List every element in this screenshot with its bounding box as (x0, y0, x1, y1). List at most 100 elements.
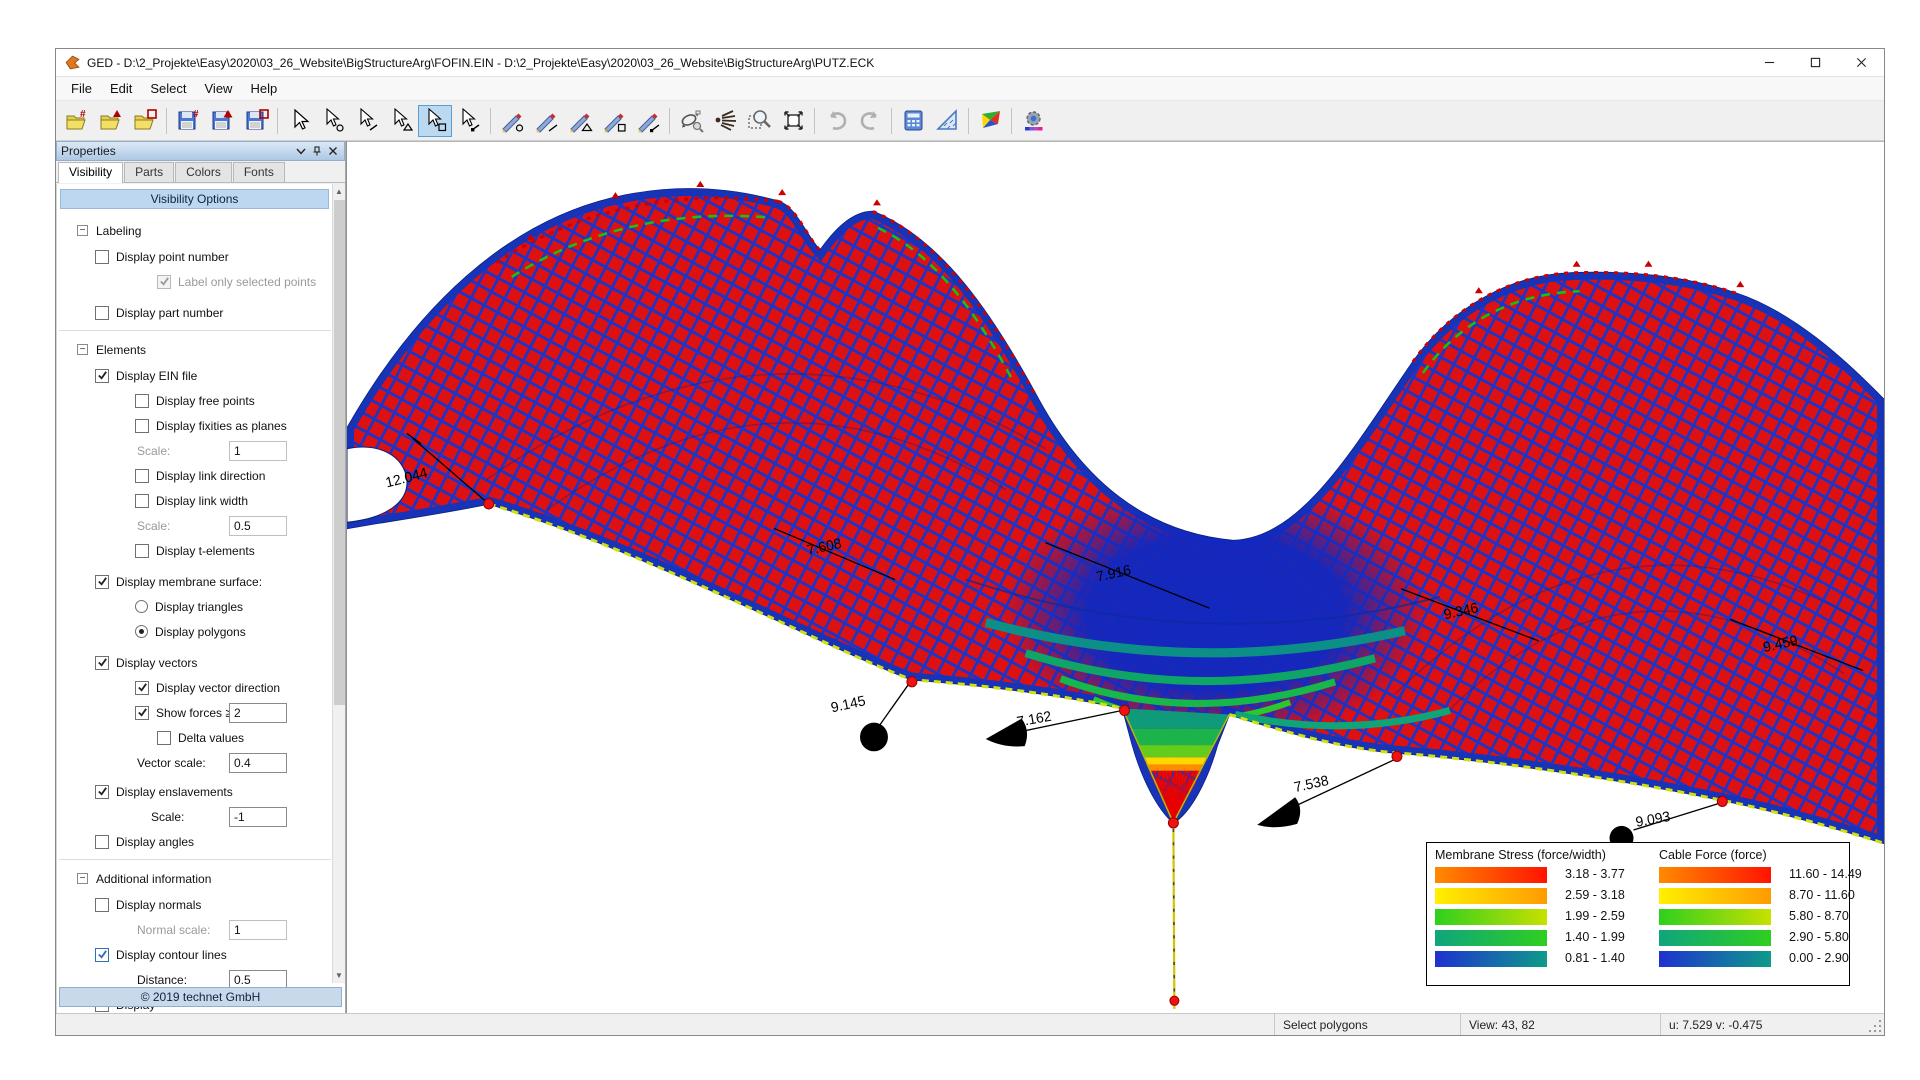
panel-close-icon[interactable] (326, 144, 340, 158)
checkbox[interactable] (95, 898, 109, 912)
checkbox[interactable] (95, 948, 109, 962)
select-polygons-button[interactable] (418, 105, 452, 137)
legend-range: 2.59 - 3.18 (1555, 888, 1651, 904)
field-vector-scale: Vector scale: (57, 750, 345, 775)
undo-button[interactable] (819, 105, 853, 137)
tab-colors[interactable]: Colors (175, 162, 232, 182)
field-enslavements-scale: Scale: (57, 804, 345, 829)
save-file-points-button[interactable] (205, 105, 239, 137)
legend-range: 11.60 - 14.49 (1779, 867, 1867, 883)
checkbox[interactable] (95, 656, 109, 670)
draw-link-button[interactable] (631, 105, 665, 137)
option-display-free-points: Display free points (57, 388, 345, 413)
enslavements-scale-input[interactable] (229, 807, 287, 827)
status-uv: u: 7.529 v: -0.475 (1660, 1014, 1868, 1035)
draw-triangle-button[interactable] (563, 105, 597, 137)
select-triangles-button[interactable] (384, 105, 418, 137)
status-mode: Select polygons (1274, 1014, 1460, 1035)
legend-range: 1.40 - 1.99 (1555, 930, 1651, 946)
checkbox[interactable] (95, 785, 109, 799)
collapse-icon[interactable] (77, 873, 88, 884)
panel-title: Properties (61, 144, 292, 158)
menu-view[interactable]: View (196, 78, 242, 99)
vector-scale-input[interactable] (229, 753, 287, 773)
collapse-icon[interactable] (77, 344, 88, 355)
properties-panel: Properties Visibility Parts Colors Fonts… (56, 141, 346, 1013)
scroll-down-icon[interactable]: ▼ (333, 968, 345, 983)
mesh-result-view-button[interactable] (973, 105, 1007, 137)
legend-box: Membrane Stress (force/width) Cable Forc… (1426, 842, 1850, 986)
checkbox[interactable] (135, 394, 149, 408)
select-links-button[interactable] (452, 105, 486, 137)
select-points-button[interactable] (316, 105, 350, 137)
fixities-scale-input[interactable] (229, 441, 287, 461)
open-file-polygons-button[interactable] (128, 105, 162, 137)
orbit-view-button[interactable] (674, 105, 708, 137)
anchor-ball (860, 723, 888, 752)
legend-title-membrane: Membrane Stress (force/width) (1435, 848, 1651, 862)
checkbox[interactable] (135, 681, 149, 695)
lowpoint-tail-cable (1173, 823, 1174, 1009)
tab-fonts[interactable]: Fonts (233, 162, 285, 182)
save-file-polygons-button[interactable] (239, 105, 273, 137)
ray-view-button[interactable] (708, 105, 742, 137)
group-additional-information: Additional information (57, 865, 345, 892)
checkbox[interactable] (157, 731, 171, 745)
legend-swatch (1435, 951, 1547, 967)
checkbox[interactable] (95, 306, 109, 320)
scrollbar-thumb[interactable] (334, 200, 345, 705)
tab-parts[interactable]: Parts (124, 162, 174, 182)
measure-button[interactable] (930, 105, 964, 137)
checkbox[interactable] (135, 419, 149, 433)
select-cursor-button[interactable] (282, 105, 316, 137)
checkbox[interactable] (135, 469, 149, 483)
collapse-icon[interactable] (77, 225, 88, 236)
checkbox[interactable] (95, 575, 109, 589)
menu-file[interactable]: File (62, 78, 101, 99)
menu-help[interactable]: Help (241, 78, 286, 99)
checkbox[interactable] (95, 835, 109, 849)
checkbox[interactable] (135, 706, 149, 720)
checkbox[interactable] (135, 544, 149, 558)
radio-button[interactable] (135, 600, 148, 613)
draw-point-button[interactable] (495, 105, 529, 137)
checkbox[interactable] (95, 250, 109, 264)
panel-menu-chevron-icon[interactable] (294, 144, 308, 158)
tab-visibility[interactable]: Visibility (58, 162, 123, 183)
link-width-scale-input[interactable] (229, 516, 287, 536)
close-button[interactable] (1838, 49, 1884, 76)
legend-title-cable: Cable Force (force) (1659, 848, 1867, 862)
zoom-window-button[interactable] (742, 105, 776, 137)
panel-tab-strip: Visibility Parts Colors Fonts (56, 161, 345, 183)
checkbox[interactable] (95, 369, 109, 383)
calculator-button[interactable] (896, 105, 930, 137)
redo-button[interactable] (853, 105, 887, 137)
checkbox[interactable] (157, 275, 171, 289)
main-toolbar: # # (56, 101, 1884, 141)
radio-button[interactable] (135, 625, 148, 638)
menu-select[interactable]: Select (141, 78, 195, 99)
drawing-canvas[interactable]: 12.044 7.608 7.916 9.346 9.459 9.145 7.1… (346, 141, 1884, 1013)
panel-pin-icon[interactable] (310, 144, 324, 158)
option-display-enslavements: Display enslavements (57, 779, 345, 804)
select-lines-button[interactable] (350, 105, 384, 137)
draw-line-button[interactable] (529, 105, 563, 137)
draw-polygon-button[interactable] (597, 105, 631, 137)
minimize-button[interactable] (1746, 49, 1792, 76)
legend-range: 2.90 - 5.80 (1779, 930, 1867, 946)
panel-scrollbar[interactable]: ▲ ▼ (332, 184, 345, 983)
option-display-normals: Display normals (57, 892, 345, 917)
open-file-hash-button[interactable]: # (60, 105, 94, 137)
settings-gear-button[interactable] (1016, 105, 1050, 137)
open-file-points-button[interactable] (94, 105, 128, 137)
zoom-extents-button[interactable] (776, 105, 810, 137)
maximize-button[interactable] (1792, 49, 1838, 76)
checkbox[interactable] (135, 494, 149, 508)
status-bar: Select polygons View: 43, 82 u: 7.529 v:… (56, 1013, 1884, 1035)
show-forces-input[interactable] (229, 703, 287, 723)
save-file-hash-button[interactable]: # (171, 105, 205, 137)
scroll-up-icon[interactable]: ▲ (333, 184, 345, 199)
menu-edit[interactable]: Edit (101, 78, 141, 99)
normal-scale-input[interactable] (229, 920, 287, 940)
resize-grip[interactable] (1868, 1014, 1884, 1035)
